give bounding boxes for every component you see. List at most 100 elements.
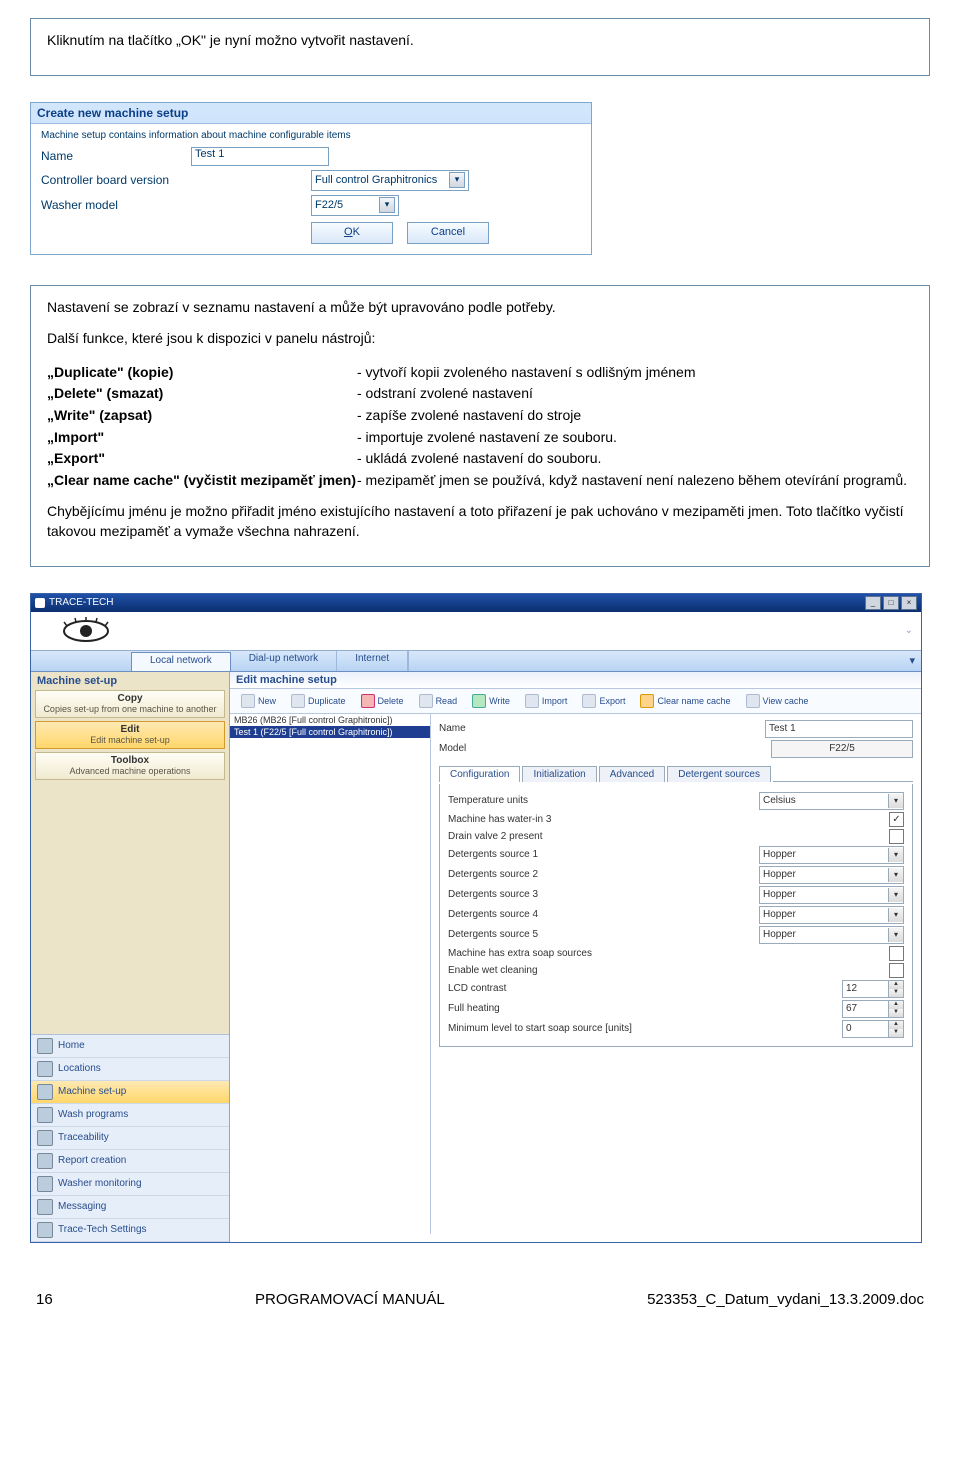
left-section[interactable]: CopyCopies set-up from one machine to an… (35, 690, 225, 718)
def-term: „Duplicate" (kopie) (47, 363, 357, 383)
file-item[interactable]: Test 1 (F22/5 [Full control Graphitronic… (230, 726, 430, 738)
config-select[interactable]: Hopper▾ (759, 846, 904, 864)
config-tab[interactable]: Initialization (522, 766, 596, 782)
close-icon[interactable]: × (901, 596, 917, 610)
nav-icon (37, 1107, 53, 1123)
def-desc: - vytvoří kopii zvoleného nastavení s od… (357, 363, 913, 383)
toolbar-icon (640, 694, 654, 708)
chevron-down-icon: ▾ (888, 908, 903, 922)
def-desc: - importuje zvolené nastavení ze souboru… (357, 428, 913, 448)
config-tabs: ConfigurationInitializationAdvancedDeter… (439, 766, 913, 782)
config-spinner[interactable]: 12▲▼ (842, 980, 904, 998)
def-term: „Clear name cache" (vyčistit mezipaměť j… (47, 471, 357, 491)
cbv-label: Controller board version (41, 173, 311, 187)
maximize-icon[interactable]: □ (883, 596, 899, 610)
overflow-icon[interactable]: ▾ (909, 654, 915, 667)
file-list[interactable]: MB26 (MB26 [Full control Graphitronic])T… (230, 714, 431, 1234)
config-row: LCD contrast12▲▼ (448, 980, 904, 998)
config-select[interactable]: Celsius▾ (759, 792, 904, 810)
nav-item[interactable]: Wash programs (31, 1104, 229, 1127)
config-select[interactable]: Hopper▾ (759, 886, 904, 904)
toolbar-button[interactable]: Export (575, 692, 632, 710)
text-box-2: Nastavení se zobrazí v seznamu nastavení… (30, 285, 930, 567)
page-footer: 16 PROGRAMOVACÍ MANUÁL 523353_C_Datum_vy… (30, 1291, 930, 1308)
footer-right: 523353_C_Datum_vydani_13.3.2009.doc (647, 1291, 924, 1308)
toolbar-button[interactable]: Read (412, 692, 465, 710)
toolbar-icon (525, 694, 539, 708)
config-row: Temperature unitsCelsius▾ (448, 792, 904, 810)
definitions-list: „Duplicate" (kopie)„Delete" (smazat)„Wri… (47, 361, 913, 493)
config-select[interactable]: Hopper▾ (759, 906, 904, 924)
chevron-down-icon: ▾ (888, 928, 903, 942)
net-tab[interactable]: Local network (131, 652, 231, 671)
config-spinner[interactable]: 67▲▼ (842, 1000, 904, 1018)
config-spinner[interactable]: 0▲▼ (842, 1020, 904, 1038)
nav-item[interactable]: Locations (31, 1058, 229, 1081)
box1-text: Kliknutím na tlačítko „OK" je nyní možno… (47, 31, 913, 51)
config-select[interactable]: Hopper▾ (759, 866, 904, 884)
toolbar-icon (746, 694, 760, 708)
nav-item[interactable]: Home (31, 1035, 229, 1058)
toolbar-button[interactable]: Clear name cache (633, 692, 737, 710)
collapse-toggle[interactable]: ⌄ (905, 625, 921, 636)
network-tabs: Local networkDial-up networkInternet ▾ (31, 651, 921, 672)
chevron-down-icon: ▾ (888, 848, 903, 862)
ok-button[interactable]: OK (311, 222, 393, 244)
nav-item[interactable]: Washer monitoring (31, 1173, 229, 1196)
name-label: Name (41, 149, 191, 163)
nav-item[interactable]: Machine set-up (31, 1081, 229, 1104)
toolbar-button[interactable]: New (234, 692, 283, 710)
left-section[interactable]: ToolboxAdvanced machine operations (35, 752, 225, 780)
config-checkbox[interactable]: ✓ (889, 812, 904, 827)
nav-item[interactable]: Report creation (31, 1150, 229, 1173)
config-row: Machine has extra soap sources (448, 946, 904, 961)
config-checkbox[interactable] (889, 829, 904, 844)
config-row: Detergents source 3Hopper▾ (448, 886, 904, 904)
config-checkbox[interactable] (889, 946, 904, 961)
toolbar-button[interactable]: Duplicate (284, 692, 353, 710)
text-box-1: Kliknutím na tlačítko „OK" je nyní možno… (30, 18, 930, 76)
nav-icon (37, 1176, 53, 1192)
def-desc: - odstraní zvolené nastavení (357, 384, 913, 404)
config-row: Drain valve 2 present (448, 829, 904, 844)
minimize-icon[interactable]: _ (865, 596, 881, 610)
config-row: Detergents source 2Hopper▾ (448, 866, 904, 884)
config-tab[interactable]: Detergent sources (667, 766, 771, 782)
file-item[interactable]: MB26 (MB26 [Full control Graphitronic]) (230, 714, 430, 726)
page-number: 16 (36, 1291, 53, 1308)
left-section[interactable]: EditEdit machine set-up (35, 721, 225, 749)
box2-intro2: Další funkce, které jsou k dispozici v p… (47, 329, 913, 349)
logo-bar: ⌄ (31, 612, 921, 651)
toolbar-button[interactable]: Delete (354, 692, 411, 710)
config-tab[interactable]: Advanced (599, 766, 665, 782)
name-field[interactable]: Test 1 (765, 720, 913, 738)
nav-item[interactable]: Messaging (31, 1196, 229, 1219)
net-tab[interactable]: Dial-up network (231, 651, 337, 671)
nav-item[interactable]: Traceability (31, 1127, 229, 1150)
net-tab[interactable]: Internet (337, 651, 408, 671)
cancel-button[interactable]: Cancel (407, 222, 489, 244)
toolbar-button[interactable]: View cache (739, 692, 816, 710)
toolbar: NewDuplicateDeleteReadWriteImportExportC… (230, 689, 921, 714)
toolbar-icon (419, 694, 433, 708)
toolbar-button[interactable]: Import (518, 692, 575, 710)
left-header: Machine set-up (31, 672, 229, 690)
nav-item[interactable]: Trace-Tech Settings (31, 1219, 229, 1242)
config-row: Detergents source 4Hopper▾ (448, 906, 904, 924)
config-select[interactable]: Hopper▾ (759, 926, 904, 944)
config-row: Full heating67▲▼ (448, 1000, 904, 1018)
config-tab[interactable]: Configuration (439, 766, 520, 782)
config-checkbox[interactable] (889, 963, 904, 978)
def-desc: - ukládá zvolené nastavení do souboru. (357, 449, 913, 469)
cbv-select[interactable]: Full control Graphitronics ▾ (311, 170, 469, 191)
toolbar-button[interactable]: Write (465, 692, 517, 710)
detail-panel: Name Test 1 Model F22/5 ConfigurationIni… (431, 714, 921, 1234)
wm-select[interactable]: F22/5 ▾ (311, 195, 399, 216)
toolbar-icon (582, 694, 596, 708)
name-input[interactable]: Test 1 (191, 147, 329, 166)
right-panel: Edit machine setup NewDuplicateDeleteRea… (230, 672, 921, 1242)
model-field-label: Model (439, 743, 559, 754)
right-header: Edit machine setup (230, 672, 921, 689)
name-field-label: Name (439, 723, 559, 734)
wm-label: Washer model (41, 198, 311, 212)
